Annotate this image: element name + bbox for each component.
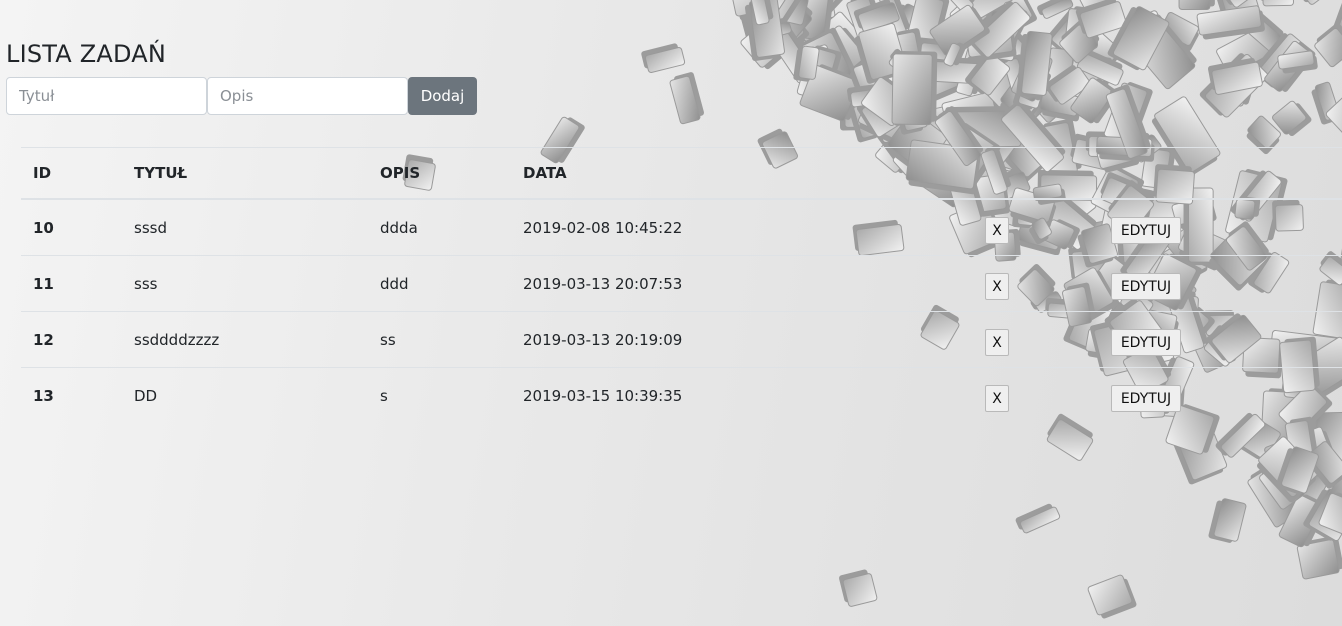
delete-button[interactable]: X (985, 273, 1009, 300)
add-task-form: Dodaj (6, 77, 477, 115)
delete-button[interactable]: X (985, 217, 1009, 244)
table-row: 12 ssddddzzzz ss 2019-03-13 20:19:09 X E… (21, 311, 1342, 368)
row-delete-cell: X (973, 311, 1099, 368)
edit-button[interactable]: EDYTUJ (1111, 329, 1181, 356)
row-title: DD (122, 367, 368, 423)
table-row: 10 sssd ddda 2019-02-08 10:45:22 X EDYTU… (21, 199, 1342, 256)
row-id: 13 (21, 367, 122, 423)
header-edit (1099, 147, 1342, 200)
row-description: ddd (368, 255, 511, 312)
row-description: ss (368, 311, 511, 368)
table-row: 13 DD s 2019-03-15 10:39:35 X EDYTUJ (21, 367, 1342, 423)
header-date: DATA (511, 147, 973, 200)
row-id: 10 (33, 218, 54, 237)
tasks-table: ID TYTUŁ OPIS DATA 10 sssd ddda 2019-02-… (21, 147, 1342, 423)
row-date: 2019-03-13 20:07:53 (511, 255, 973, 312)
task-list-page: LISTA ZADAŃ Dodaj ID TYTUŁ OPIS DATA 10 … (0, 0, 1342, 626)
row-date: 2019-03-15 10:39:35 (511, 367, 973, 423)
row-edit-cell: EDYTUJ (1099, 367, 1342, 423)
row-date: 2019-02-08 10:45:22 (523, 218, 683, 237)
row-description: ddda (380, 218, 418, 237)
edit-button[interactable]: EDYTUJ (1111, 273, 1181, 300)
edit-button[interactable]: EDYTUJ (1111, 385, 1181, 412)
page-title: LISTA ZADAŃ (6, 40, 167, 68)
header-id: ID (21, 147, 122, 200)
row-id: 12 (21, 311, 122, 368)
row-id: 11 (21, 255, 122, 312)
row-title: sssd (134, 218, 167, 237)
row-date: 2019-03-13 20:19:09 (511, 311, 973, 368)
delete-button[interactable]: X (985, 329, 1009, 356)
add-button[interactable]: Dodaj (408, 77, 477, 115)
row-edit-cell: EDYTUJ (1099, 199, 1342, 256)
header-title: TYTUŁ (122, 147, 368, 200)
header-delete (973, 147, 1099, 200)
row-title: sss (122, 255, 368, 312)
row-edit-cell: EDYTUJ (1099, 255, 1342, 312)
header-description: OPIS (368, 147, 511, 200)
row-description: s (368, 367, 511, 423)
row-title: ssddddzzzz (122, 311, 368, 368)
delete-button[interactable]: X (985, 385, 1009, 412)
table-row: 11 sss ddd 2019-03-13 20:07:53 X EDYTUJ (21, 255, 1342, 312)
table-header-row: ID TYTUŁ OPIS DATA (21, 147, 1342, 200)
row-delete-cell: X (973, 367, 1099, 423)
row-delete-cell: X (973, 199, 1099, 256)
title-input[interactable] (6, 77, 207, 115)
description-input[interactable] (207, 77, 408, 115)
row-delete-cell: X (973, 255, 1099, 312)
edit-button[interactable]: EDYTUJ (1111, 217, 1181, 244)
row-edit-cell: EDYTUJ (1099, 311, 1342, 368)
